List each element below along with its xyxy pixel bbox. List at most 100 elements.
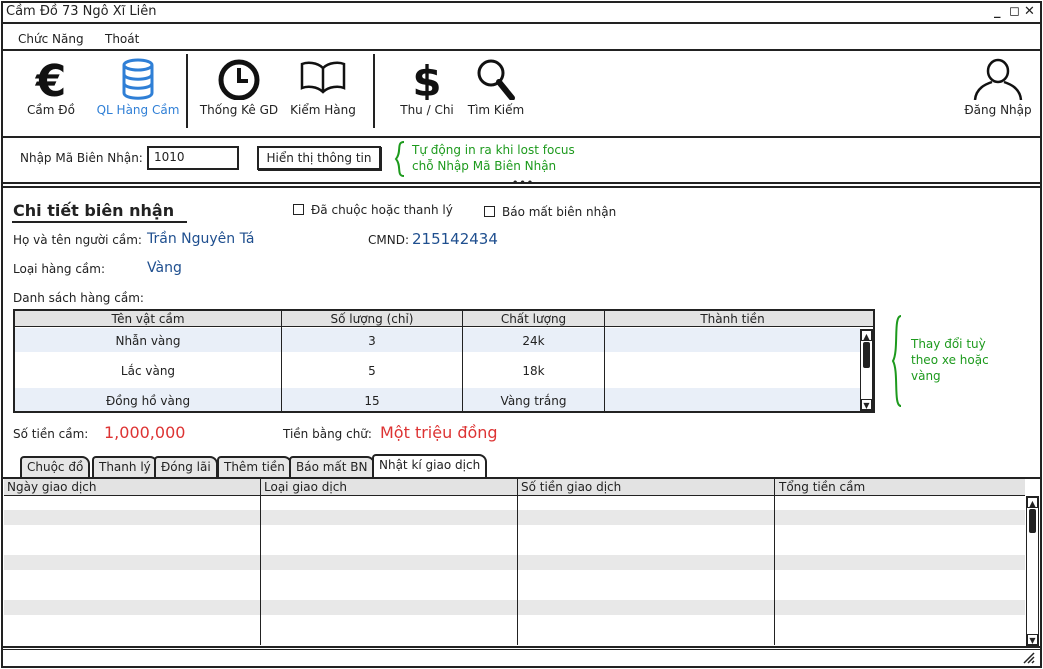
note-brace-icon <box>394 141 405 177</box>
database-icon <box>122 58 154 100</box>
show-info-button[interactable]: Hiển thị thông tin <box>257 146 381 170</box>
toolbar-tim-kiem[interactable]: Tìm Kiếm <box>464 58 528 117</box>
toolbar-ql-hang-cam[interactable]: QL Hàng Cầm <box>94 58 182 117</box>
amount-words-value: Một triệu đồng <box>380 423 498 442</box>
splitter-grip[interactable]: ••• <box>512 178 534 189</box>
log-table-header <box>4 479 1025 495</box>
redeemed-checkbox[interactable]: Đã chuộc hoặc thanh lý <box>293 203 453 217</box>
table-cell[interactable]: Nhẫn vàng <box>15 334 281 348</box>
toolbar-label: Thu / Chi <box>400 103 454 117</box>
table-cell[interactable]: 5 <box>282 364 462 378</box>
column-header-ngay-giao-dich[interactable]: Ngày giao dịch <box>7 480 96 496</box>
receipt-code-input[interactable]: 1010 <box>147 146 239 170</box>
log-header-divider <box>4 495 1025 496</box>
column-header-tong-tien-cam[interactable]: Tổng tiền cầm <box>779 480 865 496</box>
status-bar-line <box>1 649 1042 650</box>
close-button[interactable]: ✕ <box>1024 4 1035 19</box>
column-header-thanh-tien[interactable]: Thành tiền <box>605 312 860 326</box>
items-table: Tên vật cầm Số lượng (chỉ) Chất lượng Th… <box>13 309 875 413</box>
menu-thoat[interactable]: Thoát <box>105 32 139 46</box>
column-header-so-tien-giao-dich[interactable]: Số tiền giao dịch <box>521 480 621 496</box>
status-bar-top <box>1 646 1042 648</box>
item-type-label: Loại hàng cầm: <box>13 262 105 276</box>
table-row[interactable] <box>4 510 1025 525</box>
column-separator <box>517 479 518 645</box>
table-cell[interactable]: Lắc vàng <box>15 364 281 378</box>
scroll-down-icon[interactable]: ▼ <box>1027 634 1038 645</box>
titlebar-divider <box>1 22 1042 24</box>
lookup-note-line1: Tự động in ra khi lost focus <box>412 143 575 157</box>
checkbox-icon[interactable] <box>293 204 304 215</box>
customer-name-label: Họ và tên người cầm: <box>13 233 142 247</box>
table-cell[interactable]: 24k <box>463 334 604 348</box>
menu-chuc-nang[interactable]: Chức Năng <box>18 32 84 46</box>
checkbox-icon[interactable] <box>484 206 495 217</box>
table-cell[interactable]: 15 <box>282 394 462 408</box>
lookup-note-line2: chỗ Nhập Mã Biên Nhận <box>412 159 557 173</box>
tab-chuoc-do[interactable]: Chuộc đồ <box>20 456 91 478</box>
log-table-scrollbar[interactable]: ▲ ▼ <box>1026 496 1039 646</box>
maximize-button[interactable]: ◻ <box>1009 4 1020 19</box>
lost-receipt-checkbox[interactable]: Báo mất biên nhận <box>484 205 616 219</box>
window-title: Cầm Đồ 73 Ngô Xĩ Liên <box>6 4 157 19</box>
table-cell[interactable]: 18k <box>463 364 604 378</box>
toolbar-label: Cầm Đồ <box>27 103 75 117</box>
table-note-brace-icon <box>891 315 902 407</box>
item-type-value: Vàng <box>147 260 182 276</box>
toolbar-label: QL Hàng Cầm <box>96 103 180 117</box>
toolbar-label: Tìm Kiếm <box>467 103 525 117</box>
amount-words-label: Tiền bằng chữ: <box>283 427 372 441</box>
tab-bao-mat-bn[interactable]: Báo mất BN <box>289 456 375 478</box>
dollar-icon: $ <box>412 58 441 100</box>
column-header-so-luong[interactable]: Số lượng (chỉ) <box>282 312 462 326</box>
toolbar-label: Đăng Nhập <box>964 103 1032 117</box>
tab-dong-lai[interactable]: Đóng lãi <box>154 456 218 478</box>
column-header-chat-luong[interactable]: Chất lượng <box>463 312 604 326</box>
column-separator <box>260 479 261 645</box>
tab-nhat-ki-giao-dich[interactable]: Nhật kí giao dịch <box>372 454 488 478</box>
tab-thanh-ly[interactable]: Thanh lý <box>92 456 158 478</box>
column-separator <box>604 311 605 411</box>
column-header-ten-vat-cam[interactable]: Tên vật cầm <box>15 312 281 326</box>
tab-them-tien[interactable]: Thêm tiền <box>217 456 292 478</box>
table-row[interactable] <box>4 600 1025 615</box>
minimize-button[interactable]: _ <box>994 4 1001 19</box>
item-list-label: Danh sách hàng cầm: <box>13 291 144 305</box>
scrollbar-thumb[interactable] <box>863 342 870 368</box>
scroll-down-icon[interactable]: ▼ <box>861 399 872 410</box>
toolbar-cam-do[interactable]: € Cầm Đồ <box>22 58 80 117</box>
id-number-label: CMND: <box>368 233 409 247</box>
scrollbar-thumb[interactable] <box>1029 509 1036 533</box>
scroll-up-icon[interactable]: ▲ <box>1027 497 1038 508</box>
table-note-line2: theo xe hoặc <box>911 353 989 367</box>
book-icon <box>300 61 346 94</box>
toolbar-divider <box>1 136 1042 138</box>
resize-grip-icon[interactable] <box>1022 652 1036 664</box>
user-icon <box>973 58 1023 100</box>
detail-title-underline <box>12 221 187 223</box>
receipt-code-label: Nhập Mã Biên Nhận: <box>20 151 143 165</box>
customer-name-value: Trần Nguyên Tá <box>147 231 255 247</box>
clock-icon <box>218 59 260 100</box>
svg-text:$: $ <box>412 58 441 100</box>
amount-value: 1,000,000 <box>104 423 186 442</box>
table-cell[interactable]: 3 <box>282 334 462 348</box>
toolbar-thong-ke-gd[interactable]: Thống Kê GD <box>196 58 282 117</box>
column-separator <box>774 479 775 645</box>
detail-title: Chi tiết biên nhận <box>13 201 175 220</box>
toolbar-dang-nhap[interactable]: Đăng Nhập <box>960 58 1036 117</box>
table-row[interactable] <box>4 555 1025 570</box>
menu-divider <box>1 49 1042 51</box>
table-cell[interactable]: Vàng trắng <box>463 394 604 408</box>
toolbar-kiem-hang[interactable]: Kiểm Hàng <box>288 58 358 117</box>
column-header-loai-giao-dich[interactable]: Loại giao dịch <box>264 480 347 496</box>
scroll-up-icon[interactable]: ▲ <box>861 330 872 341</box>
table-cell[interactable]: Đồng hồ vàng <box>15 394 281 408</box>
id-number-value: 215142434 <box>412 230 498 248</box>
search-icon <box>477 59 515 100</box>
toolbar-thu-chi[interactable]: $ Thu / Chi <box>396 58 458 117</box>
items-table-scrollbar[interactable]: ▲ ▼ <box>860 329 873 411</box>
toolbar-separator <box>186 54 188 128</box>
toolbar-label: Kiểm Hàng <box>290 103 356 117</box>
lost-receipt-checkbox-label: Báo mất biên nhận <box>502 205 617 219</box>
